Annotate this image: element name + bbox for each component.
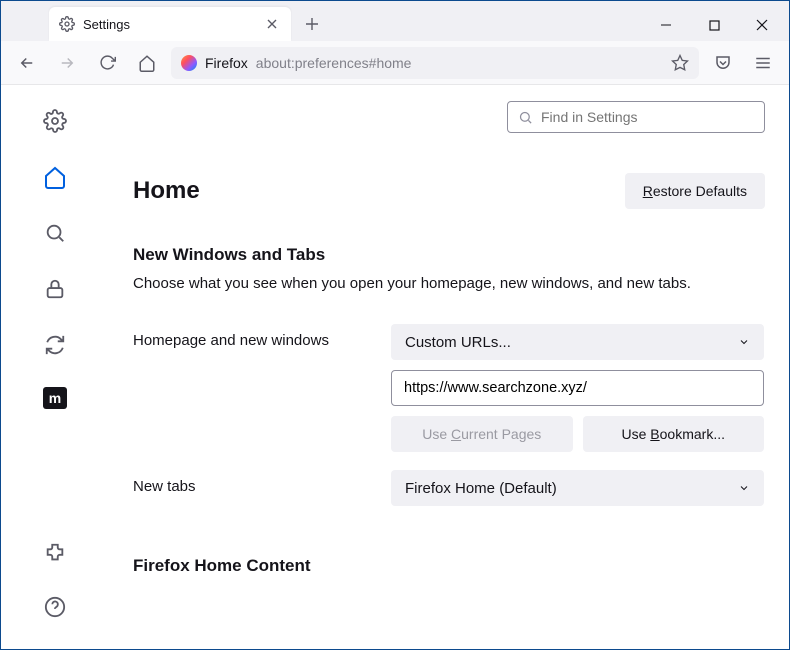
forward-button[interactable] xyxy=(51,47,83,79)
sidebar-item-more[interactable]: m xyxy=(43,387,67,409)
page-title: Home xyxy=(133,177,200,205)
tab-title: Settings xyxy=(83,17,255,32)
sidebar-item-sync[interactable] xyxy=(41,331,69,359)
app-menu-button[interactable] xyxy=(747,47,779,79)
sidebar-item-home[interactable] xyxy=(41,163,69,191)
use-current-pages-button[interactable]: Use Current Pages xyxy=(391,416,573,452)
use-bookmark-button[interactable]: Use Bookmark... xyxy=(583,416,765,452)
url-label: Firefox xyxy=(205,55,248,71)
url-path: about:preferences#home xyxy=(256,55,412,71)
sidebar-item-general[interactable] xyxy=(41,107,69,135)
gear-icon xyxy=(59,16,75,32)
section-windows-tabs-title: New Windows and Tabs xyxy=(133,245,765,265)
close-window-button[interactable] xyxy=(739,9,785,41)
chevron-down-icon xyxy=(738,482,750,494)
sidebar-item-extensions[interactable] xyxy=(41,539,69,567)
new-tab-button[interactable] xyxy=(297,9,327,39)
close-tab-button[interactable] xyxy=(263,15,281,33)
minimize-button[interactable] xyxy=(643,9,689,41)
homepage-select-value: Custom URLs... xyxy=(405,334,511,351)
section-windows-tabs-desc: Choose what you see when you open your h… xyxy=(133,275,765,292)
sidebar: m xyxy=(1,85,109,649)
sidebar-item-help[interactable] xyxy=(41,593,69,621)
sidebar-item-privacy[interactable] xyxy=(41,275,69,303)
newtabs-select[interactable]: Firefox Home (Default) xyxy=(391,470,764,506)
home-button[interactable] xyxy=(131,47,163,79)
newtabs-select-value: Firefox Home (Default) xyxy=(405,480,557,497)
main-panel: Home Restore Defaults New Windows and Ta… xyxy=(109,85,789,649)
settings-search-input[interactable] xyxy=(541,109,754,125)
homepage-label: Homepage and new windows xyxy=(133,324,391,349)
bookmark-star-icon[interactable] xyxy=(671,54,689,72)
pocket-button[interactable] xyxy=(707,47,739,79)
maximize-button[interactable] xyxy=(691,9,737,41)
settings-search[interactable] xyxy=(507,101,765,133)
restore-defaults-button[interactable]: Restore Defaults xyxy=(625,173,765,209)
section-home-content-title: Firefox Home Content xyxy=(133,556,765,576)
search-icon xyxy=(518,110,533,125)
sidebar-item-search[interactable] xyxy=(41,219,69,247)
firefox-logo-icon xyxy=(181,55,197,71)
homepage-select[interactable]: Custom URLs... xyxy=(391,324,764,360)
newtabs-label: New tabs xyxy=(133,470,391,495)
chevron-down-icon xyxy=(738,336,750,348)
reload-button[interactable] xyxy=(91,47,123,79)
back-button[interactable] xyxy=(11,47,43,79)
url-bar[interactable]: Firefox about:preferences#home xyxy=(171,47,699,79)
homepage-url-input[interactable] xyxy=(391,370,764,406)
browser-tab[interactable]: Settings xyxy=(49,7,291,41)
